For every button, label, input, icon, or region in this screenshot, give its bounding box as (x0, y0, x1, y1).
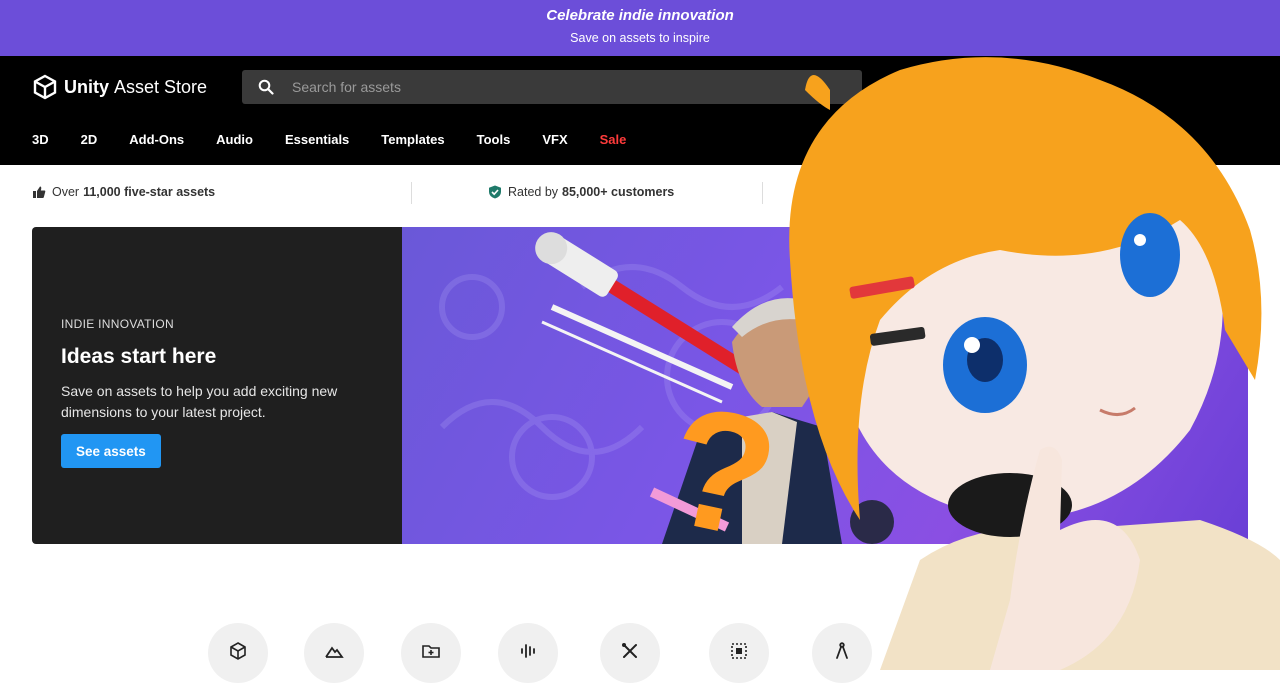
nav-sale[interactable]: Sale (600, 132, 627, 147)
promo-subtitle: Save on assets to inspire (570, 31, 710, 45)
nav-templates[interactable]: Templates (381, 132, 444, 147)
mountains-2d-icon (325, 646, 344, 658)
logo-unity-text: Unity (64, 76, 109, 97)
logo-store-text: Asset Store (114, 76, 208, 97)
stars-prefix: Over (52, 185, 80, 199)
search-bar[interactable] (242, 70, 862, 104)
nav-2d[interactable]: 2D (81, 132, 98, 147)
category-shortcuts (0, 623, 1280, 683)
vfx-frame-icon (731, 643, 747, 659)
nav-3d[interactable]: 3D (32, 132, 49, 147)
search-icon[interactable] (258, 79, 274, 95)
hero-illustration (439, 232, 894, 544)
nav-audio[interactable]: Audio (216, 132, 253, 147)
trust-divider (762, 182, 763, 204)
rated-badge: Rated by 85,000+ customers (488, 185, 674, 199)
unity-cube-icon (33, 74, 57, 100)
thumbs-up-icon (33, 186, 46, 198)
hero-tag: INDIE INNOVATION (61, 317, 175, 331)
category-audio[interactable] (498, 623, 558, 683)
hero-title: Ideas start here (61, 345, 217, 368)
nav-essentials[interactable]: Essentials (285, 132, 349, 147)
audio-wave-icon (521, 644, 535, 658)
stars-count: 11,000 five-star assets (83, 185, 216, 199)
category-templates[interactable] (812, 623, 872, 683)
nav-add-ons[interactable]: Add-Ons (129, 132, 184, 147)
category-tools[interactable] (600, 623, 660, 683)
category-add-ons[interactable] (401, 623, 461, 683)
hero-description: Save on assets to help you add exciting … (61, 383, 338, 420)
see-assets-button[interactable]: See assets (61, 434, 161, 468)
hero-text-panel: INDIE INNOVATION Ideas start here Save o… (32, 227, 402, 544)
trust-divider (411, 182, 412, 204)
category-nav: 3D 2D Add-Ons Audio Essentials Templates… (32, 132, 658, 147)
search-input[interactable] (292, 70, 832, 104)
unity-logo[interactable]: Unity Asset Store (32, 72, 207, 102)
trust-strip: Over 11,000 five-star assets Rated by 85… (0, 165, 1280, 223)
hero-artwork[interactable] (402, 227, 1248, 544)
site-header: Unity Asset Store 3D 2D Add-Ons Audio Es… (0, 56, 1280, 165)
rated-prefix: Rated by (508, 185, 559, 199)
compass-icon (836, 642, 848, 659)
category-3d[interactable] (208, 623, 268, 683)
promo-title: Celebrate indie innovation (546, 7, 734, 24)
nav-tools[interactable]: Tools (477, 132, 511, 147)
tools-icon (622, 643, 637, 658)
folder-plus-icon (422, 645, 440, 658)
nav-vfx[interactable]: VFX (542, 132, 567, 147)
shield-check-icon (489, 185, 501, 199)
category-vfx[interactable] (709, 623, 769, 683)
rated-count: 85,000+ customers (562, 185, 675, 199)
five-star-badge: Over 11,000 five-star assets (32, 185, 215, 199)
3d-cube-icon (230, 642, 246, 660)
category-2d[interactable] (304, 623, 364, 683)
hero-banner: INDIE INNOVATION Ideas start here Save o… (32, 227, 1248, 544)
promo-banner[interactable]: Celebrate indie innovation Save on asset… (0, 0, 1280, 56)
